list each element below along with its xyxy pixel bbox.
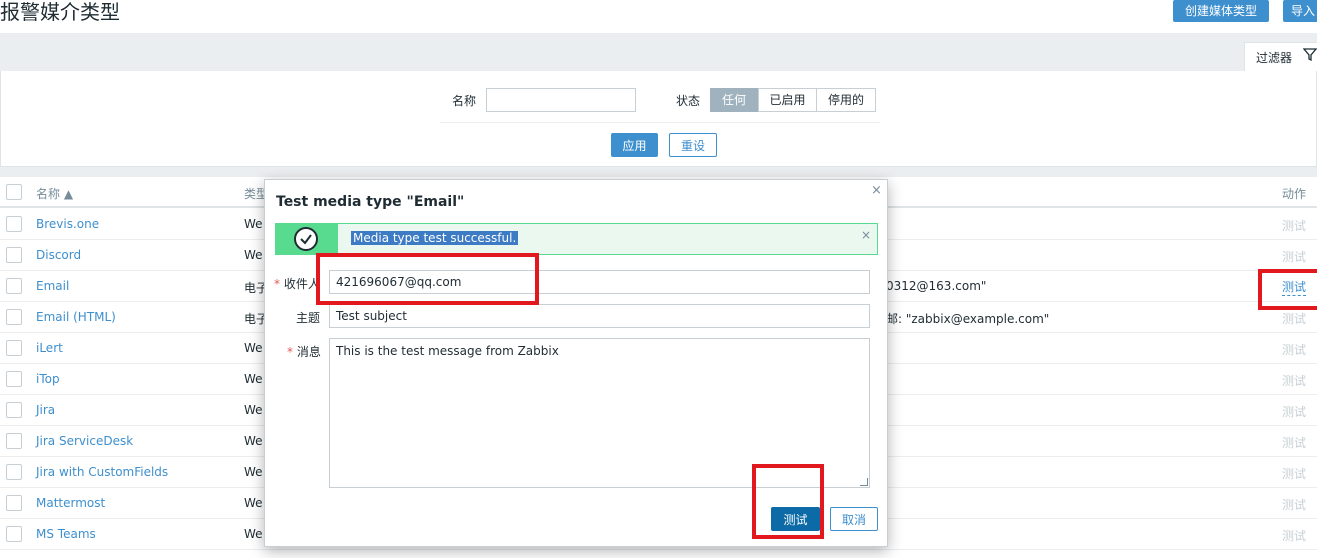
filter-status-label: 状态 xyxy=(676,94,701,108)
row-checkbox[interactable] xyxy=(6,371,22,387)
test-action-link[interactable]: 测试 xyxy=(1282,278,1307,296)
send-to-input[interactable]: 421696067@qq.com xyxy=(329,270,870,294)
media-type-type: We xyxy=(244,527,263,541)
test-action-link[interactable]: 测试 xyxy=(1282,527,1306,544)
test-action-link[interactable]: 测试 xyxy=(1282,496,1306,513)
create-media-type-button[interactable]: 创建媒体类型 xyxy=(1173,0,1269,22)
filter-name-input[interactable] xyxy=(486,88,636,112)
filter-divider xyxy=(440,122,880,123)
media-type-detail: 邮: "zabbix@example.com" xyxy=(886,312,1050,326)
success-message: Media type test successful. × xyxy=(275,223,878,255)
cancel-button[interactable]: 取消 xyxy=(830,507,878,531)
test-media-type-dialog: Test media type "Email" × Media type tes… xyxy=(264,179,888,547)
row-checkbox[interactable] xyxy=(6,309,22,325)
message-close-icon[interactable]: × xyxy=(861,228,871,242)
dialog-close-icon[interactable]: × xyxy=(871,183,882,198)
row-checkbox[interactable] xyxy=(6,278,22,294)
success-icon-box xyxy=(276,224,338,254)
row-checkbox[interactable] xyxy=(6,433,22,449)
row-checkbox[interactable] xyxy=(6,216,22,232)
import-button[interactable]: 导入 xyxy=(1283,0,1317,22)
subject-label: 主题 xyxy=(296,311,321,325)
page-title: 报警媒介类型 xyxy=(0,0,120,24)
filter-strip xyxy=(0,33,1317,71)
select-all-checkbox[interactable] xyxy=(6,184,22,200)
filter-panel xyxy=(0,71,1317,167)
message-label: * 消息 xyxy=(287,345,321,359)
filter-tab-label: 过滤器 xyxy=(1256,51,1293,65)
media-type-type: We xyxy=(244,434,263,448)
row-checkbox[interactable] xyxy=(6,402,22,418)
test-action-link[interactable]: 测试 xyxy=(1282,434,1306,451)
media-type-type: We xyxy=(244,496,263,510)
checkmark-icon xyxy=(294,227,318,251)
test-action-link[interactable]: 测试 xyxy=(1282,248,1306,265)
media-type-name-link[interactable]: Email xyxy=(36,279,69,293)
status-enabled-option[interactable]: 已启用 xyxy=(758,88,817,112)
media-type-name-link[interactable]: MS Teams xyxy=(36,527,96,541)
column-header-name[interactable]: 名称 ▲ xyxy=(36,185,73,202)
media-type-detail: 0312@163.com" xyxy=(886,279,987,293)
media-type-name-link[interactable]: Email (HTML) xyxy=(36,310,116,324)
row-checkbox[interactable] xyxy=(6,247,22,263)
media-type-name-link[interactable]: Jira with CustomFields xyxy=(36,465,168,479)
test-action-link[interactable]: 测试 xyxy=(1282,403,1306,420)
message-textarea-text: This is the test message from Zabbix xyxy=(336,344,559,358)
status-any-option[interactable]: 任何 xyxy=(710,88,758,112)
filter-name-label: 名称 xyxy=(452,94,477,108)
send-to-label: * 收件人 xyxy=(274,277,320,291)
media-type-name-link[interactable]: Jira xyxy=(36,403,55,417)
media-type-type: We xyxy=(244,341,263,355)
media-type-type: We xyxy=(244,403,263,417)
filter-tab[interactable]: 过滤器 xyxy=(1244,42,1317,72)
row-checkbox[interactable] xyxy=(6,464,22,480)
media-type-type: We xyxy=(244,465,263,479)
media-type-type: We xyxy=(244,372,263,386)
media-type-type: We xyxy=(244,217,263,231)
row-checkbox[interactable] xyxy=(6,495,22,511)
row-checkbox[interactable] xyxy=(6,526,22,542)
message-textarea[interactable]: This is the test message from Zabbix xyxy=(329,338,870,488)
media-type-name-link[interactable]: Discord xyxy=(36,248,81,262)
test-action-link[interactable]: 测试 xyxy=(1282,310,1306,327)
test-button[interactable]: 测试 xyxy=(771,507,820,531)
test-action-link[interactable]: 测试 xyxy=(1282,465,1306,482)
row-checkbox[interactable] xyxy=(6,340,22,356)
test-action-link[interactable]: 测试 xyxy=(1282,372,1306,389)
filter-icon xyxy=(1302,47,1317,64)
table-gap xyxy=(0,167,1317,177)
column-header-action: 动作 xyxy=(1282,187,1307,201)
status-disabled-option[interactable]: 停用的 xyxy=(816,88,876,112)
media-type-type: We xyxy=(244,248,263,262)
media-type-name-link[interactable]: iLert xyxy=(36,341,63,355)
media-type-name-link[interactable]: Jira ServiceDesk xyxy=(36,434,133,448)
dialog-title: Test media type "Email" xyxy=(276,194,465,210)
media-type-name-link[interactable]: iTop xyxy=(36,372,60,386)
success-message-text: Media type test successful. xyxy=(351,231,519,245)
subject-input[interactable]: Test subject xyxy=(329,304,870,328)
resize-grip-icon[interactable] xyxy=(860,478,868,486)
apply-button[interactable]: 应用 xyxy=(611,133,658,157)
media-type-name-link[interactable]: Mattermost xyxy=(36,496,105,510)
test-action-link[interactable]: 测试 xyxy=(1282,217,1306,234)
reset-button[interactable]: 重设 xyxy=(669,133,717,157)
test-action-link[interactable]: 测试 xyxy=(1282,341,1306,358)
media-type-name-link[interactable]: Brevis.one xyxy=(36,217,99,231)
